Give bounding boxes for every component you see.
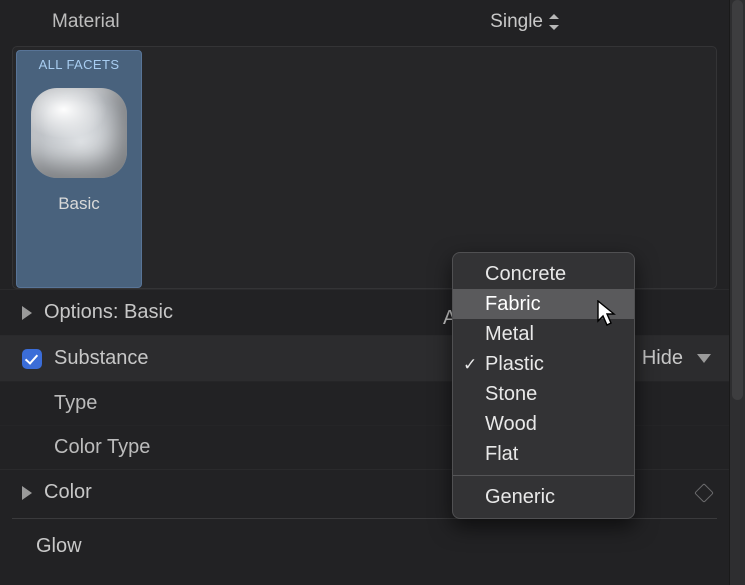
facet-tile[interactable]: ALL FACETS Basic — [16, 50, 142, 288]
popup-item-generic[interactable]: Generic — [453, 482, 634, 512]
popup-item-metal[interactable]: Metal — [453, 319, 634, 349]
material-header: Material Single — [0, 0, 729, 44]
facet-preview — [29, 82, 129, 182]
substance-checkbox[interactable] — [22, 349, 42, 369]
hide-label: Hide — [642, 347, 683, 370]
substance-type-popup: Concrete Fabric Metal ✓ Plastic Stone Wo… — [452, 252, 635, 519]
popup-item-fabric[interactable]: Fabric — [453, 289, 634, 319]
material-preview-icon — [31, 88, 127, 178]
material-mode-label: Single — [490, 11, 543, 33]
updown-icon — [549, 14, 559, 30]
scrollbar-thumb[interactable] — [732, 0, 743, 400]
chevron-down-icon — [697, 354, 711, 363]
glow-label: Glow — [36, 535, 82, 558]
keyframe-icon[interactable] — [694, 483, 714, 503]
popup-item-wood[interactable]: Wood — [453, 409, 634, 439]
disclosure-triangle-icon — [22, 486, 32, 500]
popup-item-concrete[interactable]: Concrete — [453, 259, 634, 289]
popup-item-flat[interactable]: Flat — [453, 439, 634, 469]
color-type-label: Color Type — [54, 436, 150, 459]
popup-item-stone[interactable]: Stone — [453, 379, 634, 409]
substance-trailing[interactable]: Hide — [642, 347, 711, 370]
color-label: Color — [44, 481, 477, 504]
facet-name: Basic — [58, 194, 100, 214]
popup-separator — [453, 475, 634, 476]
material-title: Material — [52, 11, 490, 33]
glow-row[interactable]: Glow — [0, 520, 729, 572]
checkmark-icon: ✓ — [463, 355, 477, 375]
type-label: Type — [54, 392, 97, 415]
material-mode-popup[interactable]: Single — [490, 11, 709, 33]
facet-tab-label: ALL FACETS — [39, 51, 120, 74]
disclosure-triangle-icon — [22, 306, 32, 320]
popup-item-plastic[interactable]: ✓ Plastic — [453, 349, 634, 379]
scrollbar-track[interactable] — [729, 0, 745, 585]
